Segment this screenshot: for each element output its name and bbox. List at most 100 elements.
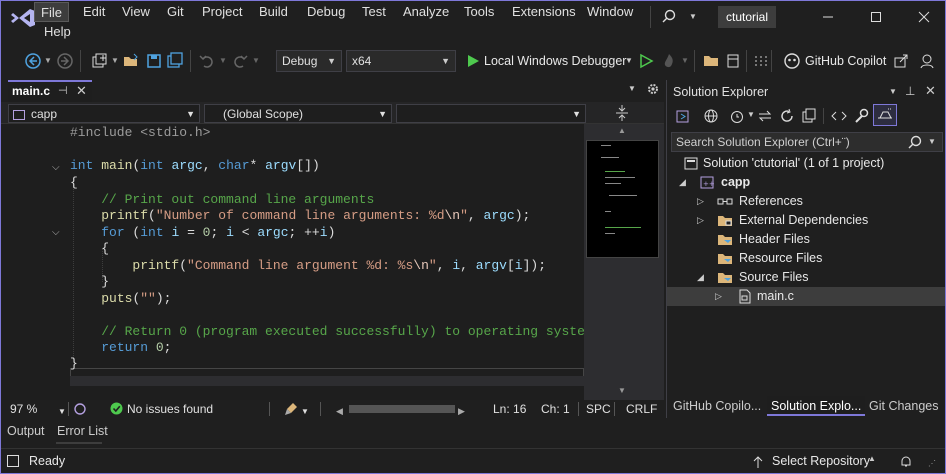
web-icon[interactable] [703,108,719,124]
tree-source-files[interactable]: ◢ Source Files [667,268,945,287]
zoom-level[interactable]: 97 % [10,401,37,417]
save-all-icon[interactable] [166,52,184,70]
tree-main-c[interactable]: ▷ main.c [667,287,945,306]
tab-list-dropdown-icon[interactable]: ▼ [628,84,636,93]
panel-menu-dropdown-icon[interactable]: ▼ [889,87,897,96]
hot-reload-icon[interactable] [660,52,678,70]
search-options-dropdown-icon[interactable]: ▼ [928,137,936,146]
collapsed-arrow-icon[interactable]: ▷ [697,211,704,230]
column-number[interactable]: Ch: 1 [541,401,570,417]
settings-gear-icon[interactable] [646,82,660,96]
menu-git[interactable]: Git [161,2,190,22]
preview-selected-items-icon[interactable] [873,104,897,126]
notification-panel-icon[interactable] [6,454,20,468]
scroll-right-icon[interactable]: ▶ [458,403,465,419]
whitespace-mode[interactable]: SPC [586,401,611,417]
search-icon[interactable] [908,135,922,149]
menu-tools[interactable]: Tools [458,2,500,22]
collapsed-arrow-icon[interactable]: ▷ [715,287,722,306]
maximize-icon[interactable] [866,8,886,26]
pin-icon[interactable]: ⊣ [58,84,68,97]
close-panel-icon[interactable]: ✕ [925,83,936,99]
redo-icon[interactable] [231,52,249,70]
tab-error-list[interactable]: Error List [57,424,108,438]
repo-dropdown-icon[interactable]: ▲ [868,454,876,463]
view-code-icon[interactable] [831,108,847,124]
close-tab-icon[interactable]: ✕ [76,83,87,99]
menu-view[interactable]: View [116,2,156,22]
run-dropdown-icon[interactable]: ▼ [625,56,633,65]
collapse-all-icon[interactable] [801,108,817,124]
scroll-down-icon[interactable]: ▼ [618,386,626,395]
menu-edit[interactable]: Edit [77,2,111,22]
agent-icon[interactable] [73,401,87,417]
menu-project[interactable]: Project [196,2,248,22]
notifications-bell-icon[interactable] [899,454,913,468]
cleanup-brush-icon[interactable] [283,401,299,417]
configuration-select[interactable]: Debug ▼ [276,50,342,72]
share-icon[interactable] [892,52,910,70]
menu-window[interactable]: Window [581,2,639,22]
menu-file[interactable]: File [34,2,69,22]
tree-project-capp[interactable]: ◢ ++ capp [667,173,945,192]
back-dropdown-icon[interactable]: ▼ [44,56,52,65]
folder-nav-icon[interactable] [702,52,720,70]
open-folder-icon[interactable] [122,52,140,70]
pin-icon[interactable]: ⊥ [905,84,915,98]
resize-grip-icon[interactable]: ⋰ [928,459,936,468]
tab-main-c[interactable]: main.c ⊣ ✕ [8,80,92,102]
issues-status[interactable]: No issues found [127,401,213,417]
close-icon[interactable] [914,8,934,26]
sync-icon[interactable] [757,108,773,124]
split-editor-icon[interactable] [614,104,630,122]
scope-combo[interactable]: (Global Scope) ▼ [204,104,392,123]
tab-solution-explorer[interactable]: Solution Explo... [767,396,866,416]
pending-dropdown-icon[interactable]: ▼ [747,110,755,119]
scroll-up-icon[interactable]: ▲ [618,126,626,135]
tree-external-dependencies[interactable]: ▷ External Dependencies [667,211,945,230]
scroll-left-icon[interactable]: ◀ [336,403,343,419]
properties-wrench-icon[interactable] [853,108,869,124]
expanded-arrow-icon[interactable]: ◢ [697,268,704,287]
switch-views-icon[interactable] [675,108,693,124]
expanded-arrow-icon[interactable]: ◢ [679,173,686,192]
refresh-icon[interactable] [779,108,795,124]
undo-dropdown-icon[interactable]: ▼ [219,56,227,65]
search-dropdown-icon[interactable]: ▼ [689,12,697,21]
tree-solution[interactable]: Solution 'ctutorial' (1 of 1 project) [667,154,945,173]
redo-dropdown-icon[interactable]: ▼ [252,56,260,65]
menu-build[interactable]: Build [253,2,294,22]
menu-analyze[interactable]: Analyze [397,2,455,22]
menu-help[interactable]: Help [38,22,77,42]
menu-test[interactable]: Test [356,2,392,22]
tab-git-changes[interactable]: Git Changes [865,396,942,416]
fold-chevron-icon[interactable]: ⌵ [52,162,60,173]
back-icon[interactable] [24,52,42,70]
hot-reload-dropdown-icon[interactable]: ▼ [681,56,689,65]
project-combo[interactable]: capp ▼ [8,104,200,123]
member-combo[interactable]: ▼ [396,104,586,123]
feedback-icon[interactable] [918,52,936,70]
line-number[interactable]: Ln: 16 [493,401,526,417]
minimize-icon[interactable] [818,8,838,26]
horizontal-scrollbar[interactable] [70,376,584,386]
tree-resource-files[interactable]: Resource Files [667,249,945,268]
copilot-label[interactable]: GitHub Copilot [805,54,886,68]
menu-extensions[interactable]: Extensions [506,2,582,22]
fold-chevron-icon[interactable]: ⌵ [52,227,60,238]
minimap-scrollbar[interactable]: ▲ ▼ [584,124,664,400]
horizontal-scroll-thumb[interactable] [349,405,455,413]
forward-icon[interactable] [56,52,74,70]
bookmark-icon[interactable] [724,52,742,70]
search-icon[interactable] [662,9,676,23]
copilot-icon[interactable] [783,52,801,70]
collapsed-arrow-icon[interactable]: ▷ [697,192,704,211]
code-editor[interactable]: ⌵ ⌵ #include <stdio.h> int main(int argc… [0,124,593,400]
pending-changes-icon[interactable] [729,108,745,124]
select-repository[interactable]: Select Repository [772,454,870,468]
line-endings[interactable]: CRLF [626,401,657,417]
start-debug-icon[interactable] [464,52,482,70]
undo-icon[interactable] [198,52,216,70]
arrow-up-icon[interactable] [752,455,764,469]
new-project-icon[interactable] [90,52,108,70]
